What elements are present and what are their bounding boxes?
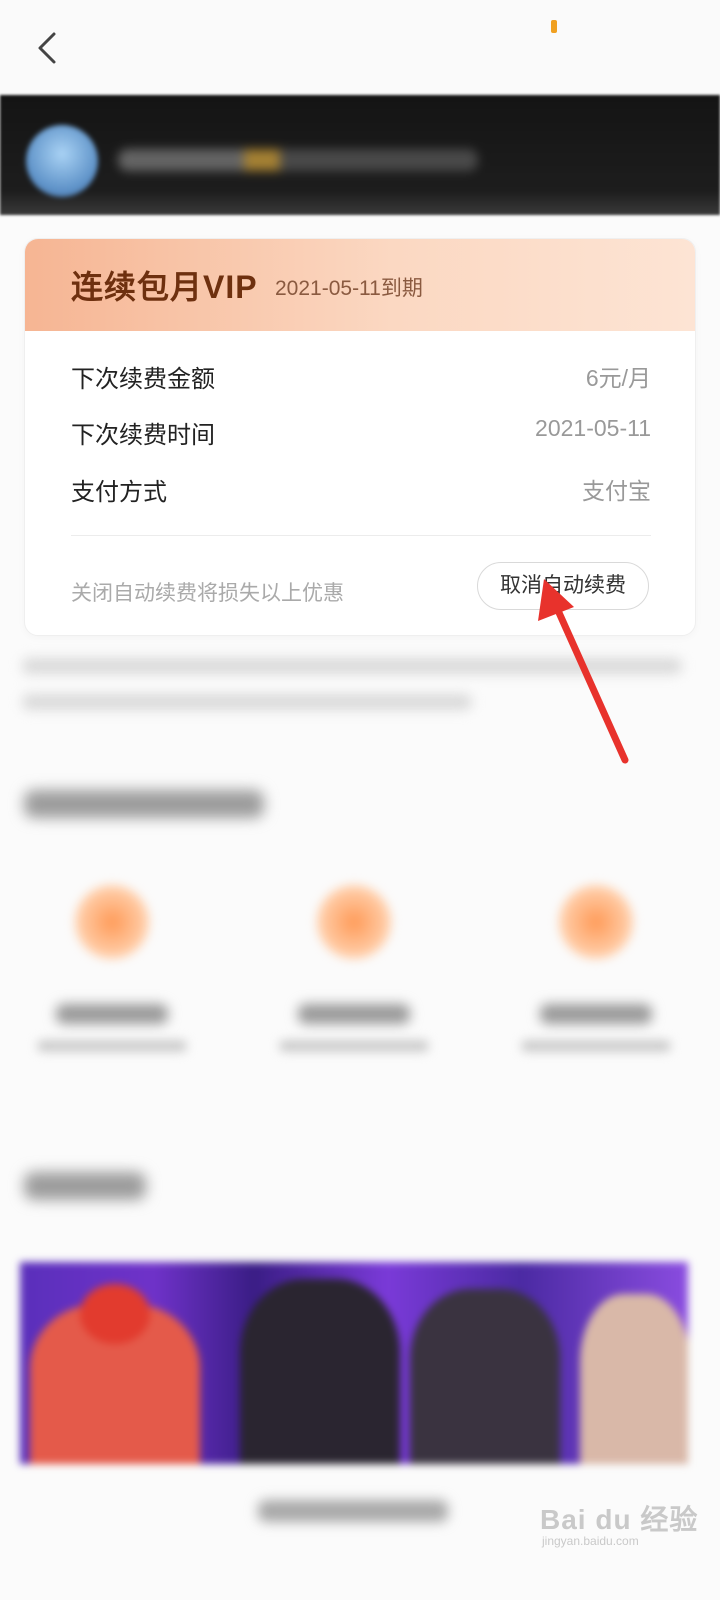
benefit-item[interactable]	[12, 885, 212, 1052]
user-info-bar	[0, 95, 720, 215]
blurred-benefit-desc	[279, 1040, 429, 1052]
blurred-section-title	[24, 790, 264, 818]
next-renewal-amount-row: 下次续费金额 6元/月	[71, 355, 651, 393]
row-value: 2021-05-11	[535, 415, 651, 441]
benefit-icon	[317, 885, 391, 959]
row-label: 下次续费金额	[71, 366, 215, 393]
blurred-benefit-name	[540, 1004, 652, 1024]
row-value: 6元/月	[585, 365, 651, 391]
top-navigation-bar	[0, 0, 720, 95]
vip-title: 连续包月VIP	[71, 269, 258, 305]
blurred-section-title	[24, 1172, 146, 1200]
red-arrow-annotation	[538, 579, 629, 764]
blurred-benefit-desc	[521, 1040, 671, 1052]
blurred-benefit-desc	[37, 1040, 187, 1052]
next-renewal-time-row: 下次续费时间 2021-05-11	[71, 411, 651, 449]
payment-method-row: 支付方式 支付宝	[71, 468, 651, 506]
watermark-sub: jingyan.baidu.com	[542, 1534, 639, 1548]
watermark-text: Bai du 经验	[540, 1504, 699, 1535]
benefit-item[interactable]	[496, 885, 696, 1052]
blurred-banner-caption	[258, 1500, 448, 1522]
blurred-username	[118, 149, 478, 171]
blurred-benefit-name	[298, 1004, 410, 1024]
divider	[71, 535, 651, 536]
benefit-icon	[75, 885, 149, 959]
row-label: 支付方式	[71, 479, 167, 506]
baidu-watermark: Bai du 经验 jingyan.baidu.com	[540, 1490, 710, 1550]
vip-expiry-date: 2021-05-11到期	[275, 277, 423, 300]
cancel-hint-text: 关闭自动续费将损失以上优惠	[71, 582, 344, 605]
avatar	[26, 125, 98, 197]
blurred-benefit-name	[56, 1004, 168, 1024]
benefit-item[interactable]	[254, 885, 454, 1052]
status-indicator	[551, 20, 557, 33]
chevron-left-icon[interactable]	[30, 28, 70, 68]
benefit-icon	[559, 885, 633, 959]
subscription-card-header: 连续包月VIP 2021-05-11到期	[25, 239, 695, 331]
row-label: 下次续费时间	[71, 422, 215, 449]
row-value: 支付宝	[582, 478, 651, 504]
recommendation-banner[interactable]	[20, 1262, 688, 1464]
